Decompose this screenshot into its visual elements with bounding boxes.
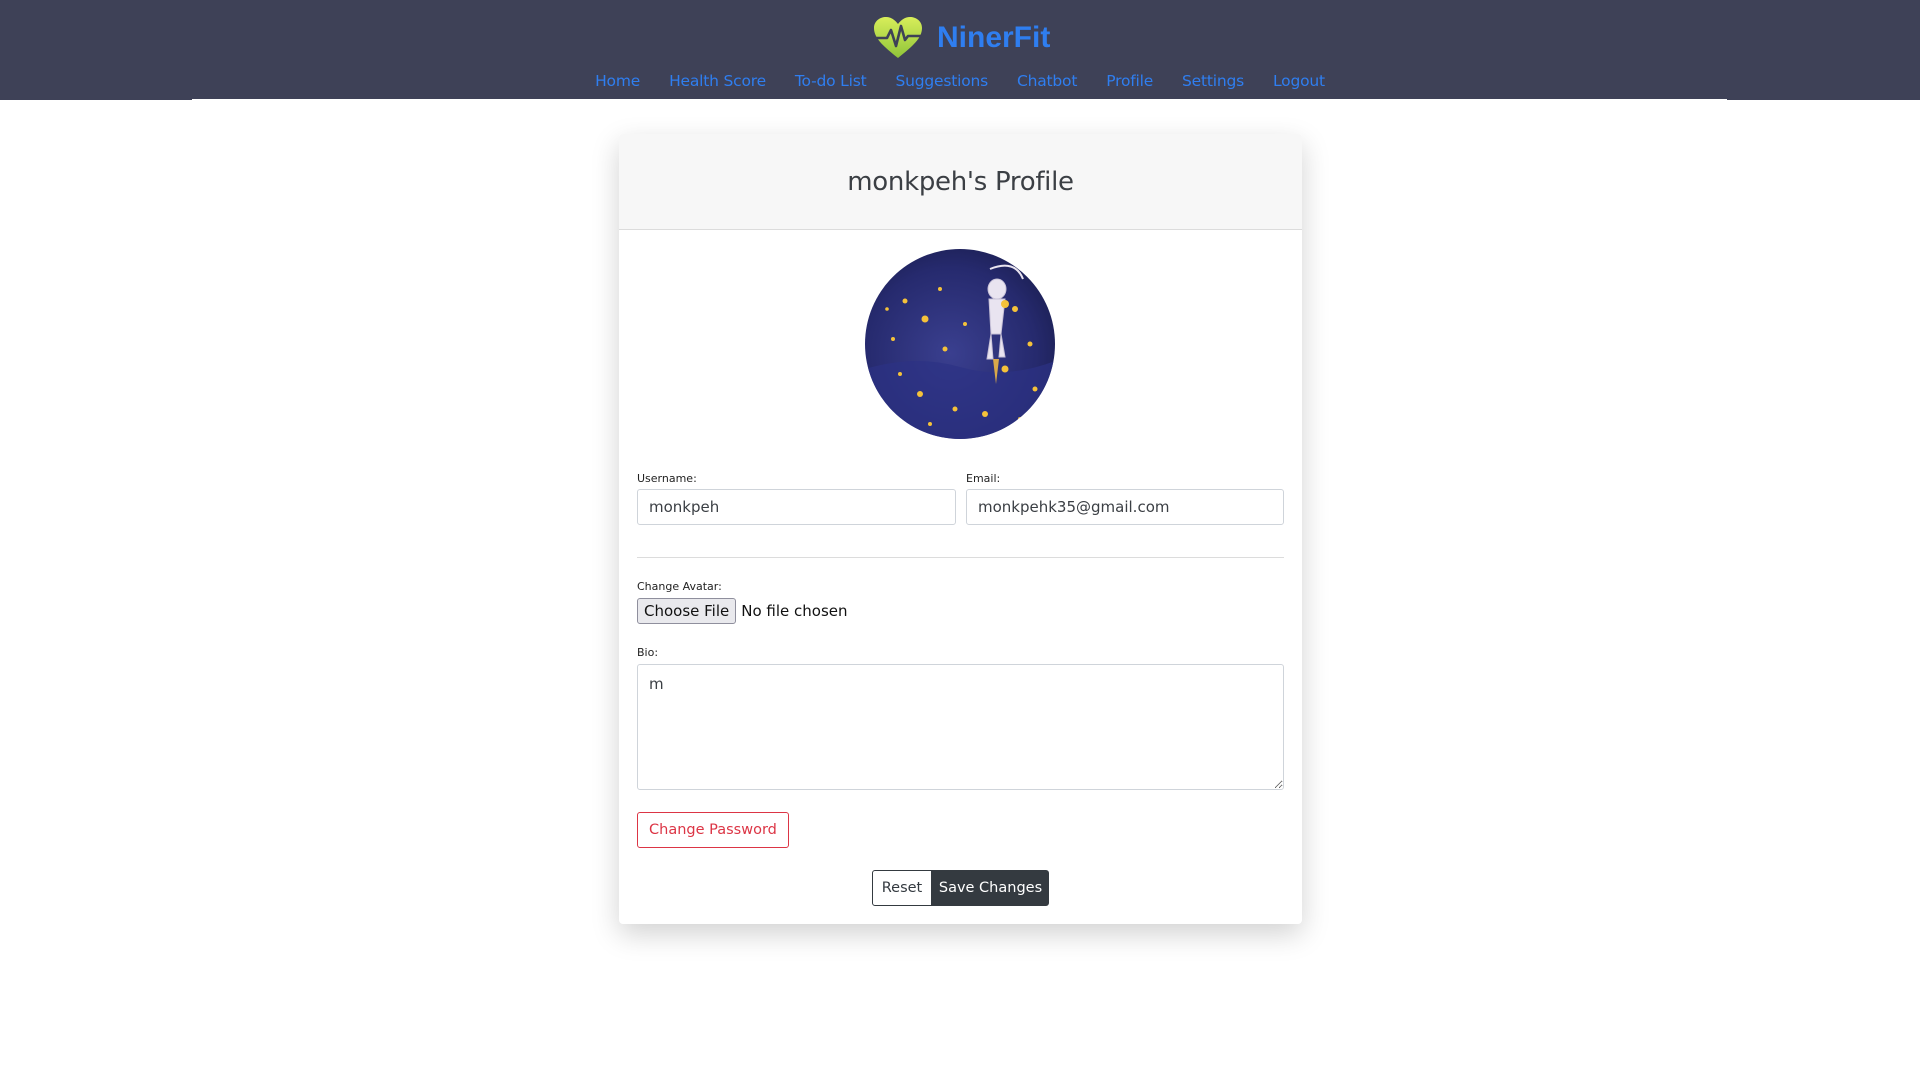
file-status-text: No file chosen	[741, 602, 848, 620]
avatar-file-input[interactable]: Choose File No file chosen	[637, 598, 848, 624]
nav-item-profile[interactable]: Profile	[1092, 68, 1168, 94]
nav-item-health-score[interactable]: Health Score	[655, 68, 781, 94]
bio-textarea[interactable]: m	[637, 664, 1284, 790]
avatar	[865, 249, 1055, 439]
save-changes-button[interactable]: Save Changes	[932, 870, 1049, 906]
nav-item-logout[interactable]: Logout	[1259, 68, 1340, 94]
profile-card: monkpeh's Profile Username: monkpeh Emai…	[619, 134, 1302, 924]
change-avatar-label: Change Avatar:	[637, 580, 722, 593]
username-label: Username:	[637, 472, 697, 485]
section-divider	[637, 557, 1284, 558]
choose-file-button[interactable]: Choose File	[637, 598, 737, 624]
header-edge-left	[0, 98, 192, 100]
email-label: Email:	[966, 472, 1001, 485]
profile-card-header: monkpeh's Profile	[619, 134, 1302, 230]
nav-item-home[interactable]: Home	[581, 68, 655, 94]
username-field[interactable]	[637, 489, 956, 525]
nav-item-suggestions[interactable]: Suggestions	[881, 68, 1003, 94]
nav-item-todo-list[interactable]: To-do List	[780, 68, 881, 94]
change-password-button[interactable]: Change Password	[637, 812, 789, 848]
email-field[interactable]	[966, 489, 1284, 525]
nav-item-chatbot[interactable]: Chatbot	[1003, 68, 1092, 94]
header-edge-right	[1727, 98, 1920, 100]
bio-label: Bio:	[637, 646, 659, 659]
brand-name: NinerFit	[937, 21, 1051, 54]
top-navbar: NinerFit Home Health Score To-do List Su…	[0, 0, 1920, 99]
brand[interactable]: NinerFit	[873, 14, 1050, 62]
main-nav: Home Health Score To-do List Suggestions…	[0, 68, 1920, 94]
avatar-image	[865, 249, 1055, 439]
nav-item-settings[interactable]: Settings	[1168, 68, 1259, 94]
reset-button[interactable]: Reset	[872, 870, 932, 906]
page-title: monkpeh's Profile	[847, 166, 1074, 197]
heart-pulse-icon	[873, 17, 923, 58]
